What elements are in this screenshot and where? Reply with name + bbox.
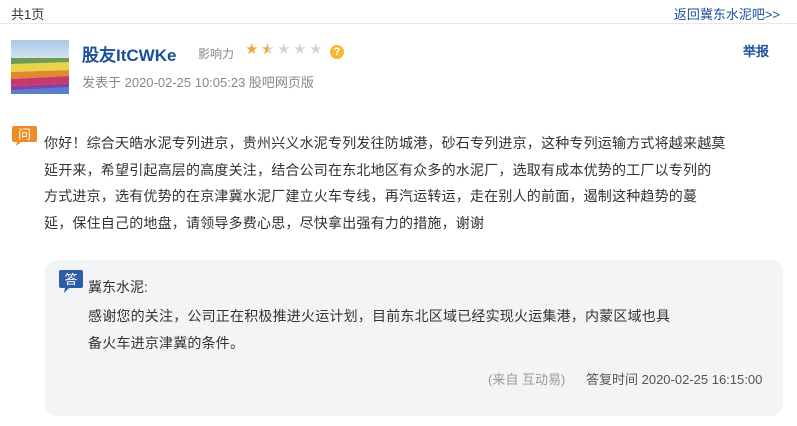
help-icon[interactable]: ? — [330, 45, 344, 59]
answer-line: 感谢您的关注，公司正在积极推进火运计划，目前东北区域已经实现火运集港，内蒙区域也… — [88, 308, 671, 324]
question-line: 延，保住自己的地盘，请领导多费心思，尽快拿出强有力的措施，谢谢 — [44, 214, 485, 231]
page-count: 共1页 — [11, 7, 45, 22]
answer-time: 答复时间 2020-02-25 16:15:00 — [586, 372, 763, 387]
answer-icon-char: 答 — [64, 272, 77, 288]
report-button[interactable]: 举报 — [743, 41, 769, 60]
star-empty-icon: ★ — [309, 41, 323, 58]
answerer-name: 冀东水泥: — [88, 279, 148, 295]
influence-stars: ★ ★ ★ ★ ★ — [245, 41, 323, 58]
username-link[interactable]: 股友ItCWKe — [82, 41, 176, 66]
question-line: 方式进京，选有优势的在京津冀水泥厂建立火车专线，再汽运转运，走在别人的前面，遏制… — [44, 188, 698, 204]
question-icon: 问 — [11, 125, 38, 147]
question-line: 你好！综合天皓水泥专列进京，贵州兴义水泥专列发往防城港，砂石专列进京，这种专列运… — [44, 135, 726, 151]
star-full-icon: ★ — [245, 41, 259, 58]
answer-icon: 答 — [58, 269, 84, 294]
star-empty-icon: ★ — [277, 41, 291, 58]
question-icon-char: 问 — [18, 128, 31, 143]
question-text: 你好！综合天皓水泥专列进京，贵州兴义水泥专列发往防城港，砂石专列进京，这种专列运… — [44, 130, 776, 236]
answer-text: 感谢您的关注，公司正在积极推进火运计划，目前东北区域已经实现火运集港，内蒙区域也… — [88, 303, 748, 356]
answer-source: (来自 互动易) — [488, 372, 566, 387]
avatar[interactable] — [11, 40, 69, 94]
influence-label: 影响力 — [198, 47, 235, 61]
star-half-icon: ★ — [261, 42, 275, 57]
question-line: 延开来，希望引起高层的高度关注，结合公司在东北地区有众多的水泥厂，选取有成本优势… — [44, 161, 712, 178]
avatar-image — [11, 40, 69, 94]
top-bar: 共1页 返回冀东水泥吧>> — [0, 0, 797, 24]
star-empty-icon: ★ — [293, 41, 307, 58]
answer-line: 备火车进京津冀的条件。 — [88, 334, 245, 351]
back-to-forum-link[interactable]: 返回冀东水泥吧>> — [674, 4, 780, 23]
post-meta: 发表于 2020-02-25 10:05:23 股吧网页版 — [82, 75, 314, 90]
